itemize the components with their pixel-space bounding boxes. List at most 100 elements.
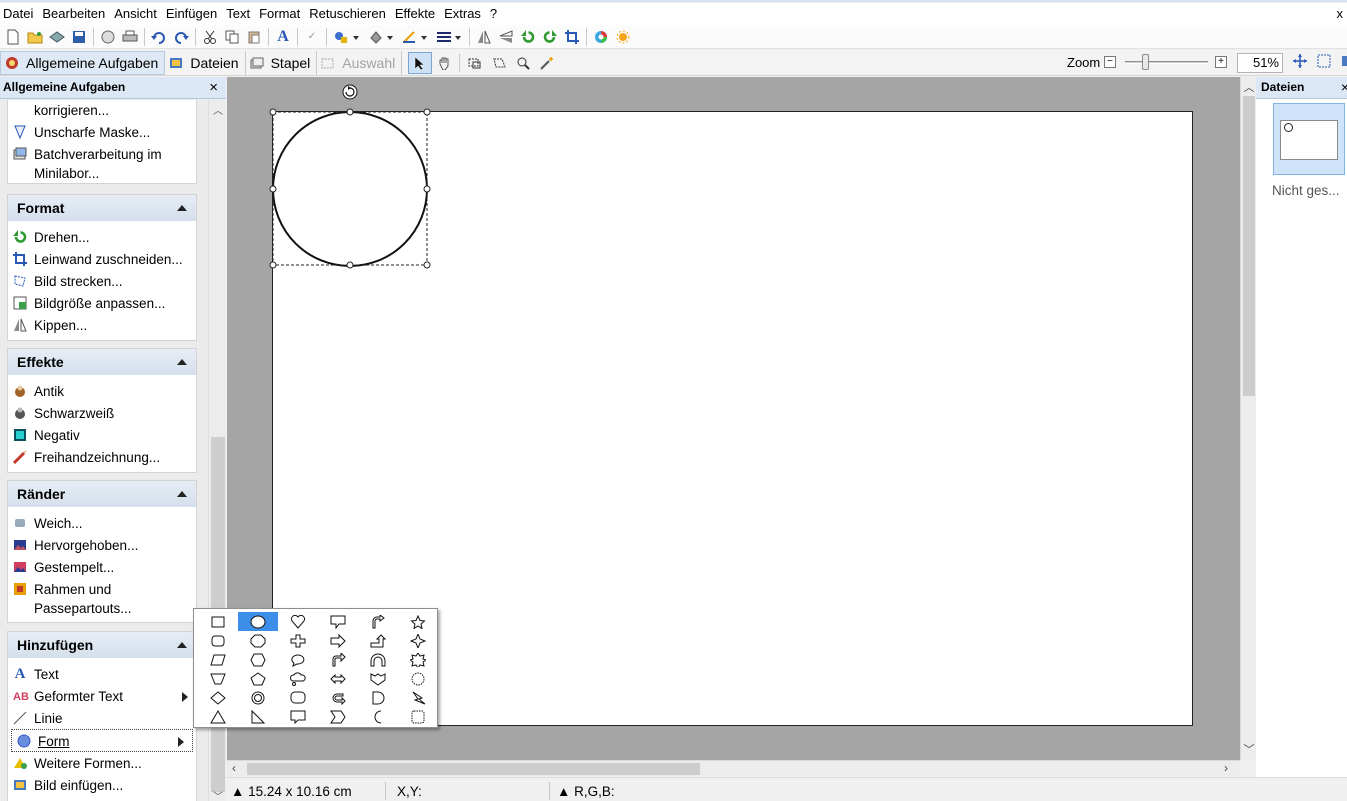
shape-rounded-callout-icon[interactable] [278,688,318,707]
section-header-effekte[interactable]: Effekte [8,349,196,375]
scroll-left-icon[interactable]: ‹ [232,761,236,775]
section-header-hinzufuegen[interactable]: Hinzufügen [8,632,196,658]
copy-icon[interactable] [221,26,243,48]
tab-dateien[interactable]: Dateien [165,50,246,75]
actual-size-icon[interactable] [1337,53,1347,73]
canvas-vertical-scrollbar[interactable]: ︿ ﹀ [1240,77,1256,760]
undo-icon[interactable] [148,26,170,48]
files-panel-close-icon[interactable]: × [1341,77,1347,98]
task-item-bildgroesse-anpassen[interactable]: Bildgröße anpassen... [8,292,196,314]
shape-burst-8-icon[interactable] [398,650,438,669]
task-item-negativ[interactable]: Negativ [8,424,196,446]
shape-parallelogram-icon[interactable] [198,650,238,669]
resize-handle[interactable] [346,108,354,116]
shape-rect-callout-icon[interactable] [278,707,318,726]
color-adjust-icon[interactable] [590,26,612,48]
menu-bearbeiten[interactable]: Bearbeiten [38,3,110,25]
save-icon[interactable] [68,26,90,48]
fill-color-dropdown-icon[interactable] [364,26,398,48]
zoom-slider-thumb[interactable] [1142,54,1149,70]
shape-delay-icon[interactable] [358,688,398,707]
resize-handle[interactable] [269,185,277,193]
task-item-bild-strecken[interactable]: Bild strecken... [8,270,196,292]
resize-handle[interactable] [423,185,431,193]
shape-chevron-icon[interactable] [318,707,358,726]
scroll-down-icon[interactable]: ﹀ [212,788,224,801]
menu-effekte[interactable]: Effekte [391,3,440,25]
task-item-rahmen-passepartouts[interactable]: Rahmen und Passepartouts... [8,578,196,618]
tab-auswahl[interactable]: Auswahl [317,50,403,75]
shape-callout-box-icon[interactable] [318,612,358,631]
shape-bent-arrow-icon[interactable] [358,612,398,631]
shape-up-turn-arrow-icon[interactable] [358,631,398,650]
email-icon[interactable] [97,26,119,48]
task-panel-close-icon[interactable]: × [209,77,218,98]
rotate-handle-icon[interactable] [342,84,358,100]
lasso-select-icon[interactable] [487,52,511,74]
shape-trapezoid-icon[interactable] [198,669,238,688]
task-item-drehen[interactable]: Drehen... [8,226,196,248]
scrollbar-thumb[interactable] [1243,96,1255,396]
menu-datei[interactable]: Datei [0,3,38,25]
zoom-in-button[interactable]: + [1215,56,1227,68]
collapse-caret-icon[interactable] [177,359,187,365]
scroll-up-icon[interactable]: ︿ [1243,79,1255,95]
spellcheck-icon[interactable]: ✓ [301,26,323,48]
task-item-text[interactable]: A Text [8,663,196,685]
scrollbar-thumb[interactable] [247,763,700,775]
shape-right-arrow-icon[interactable] [318,631,358,650]
task-item-weitere-formen[interactable]: Weitere Formen... [8,752,196,774]
shape-seal-icon[interactable] [398,707,438,726]
task-item-antik[interactable]: Antik [8,380,196,402]
collapse-caret-icon[interactable] [177,205,187,211]
task-item-freihandzeichnung[interactable]: Freihandzeichnung... [8,446,196,468]
status-image-size[interactable]: ▲ 15.24 x 10.16 cm [231,784,352,799]
rectangle-select-icon[interactable] [463,52,487,74]
task-item-form[interactable]: Form [11,729,193,752]
shape-octagon-icon[interactable] [238,631,278,650]
menu-einfuegen[interactable]: Einfügen [162,3,222,25]
shape-hexagon-icon[interactable] [238,650,278,669]
task-item-batchverarbeitung[interactable]: Batchverarbeitung im Minilabor... [8,143,196,183]
collapse-caret-icon[interactable] [177,491,187,497]
shape-oval-callout-icon[interactable] [278,650,318,669]
resize-handle[interactable] [269,108,277,116]
resize-handle[interactable] [423,108,431,116]
canvas-horizontal-scrollbar[interactable]: ‹ › [227,760,1240,776]
effects-icon[interactable] [612,26,634,48]
menu-text[interactable]: Text [222,3,255,25]
scroll-up-icon[interactable]: ︿ [212,102,224,117]
menu-help[interactable]: ? [486,3,502,25]
shape-double-arrow-icon[interactable] [318,669,358,688]
file-thumbnail[interactable] [1273,103,1345,175]
shape-heart-icon[interactable] [278,612,318,631]
task-item-kippen[interactable]: Kippen... [8,314,196,336]
collapse-caret-icon[interactable] [177,642,187,648]
rotate-left-icon[interactable] [517,26,539,48]
shape-shield-icon[interactable] [358,669,398,688]
shape-curved-arrow-icon[interactable] [318,650,358,669]
shape-u-turn-arrow-icon[interactable] [318,688,358,707]
resize-handle[interactable] [423,261,431,269]
task-item-weich[interactable]: Weich... [8,512,196,534]
shape-right-triangle-icon[interactable] [238,707,278,726]
section-header-raender[interactable]: Ränder [8,481,196,507]
shape-burst-16-icon[interactable] [398,669,438,688]
cut-icon[interactable] [199,26,221,48]
shape-ring-icon[interactable] [238,688,278,707]
zoom-value-field[interactable]: 51% [1237,53,1283,73]
text-tool-icon[interactable]: A [272,26,294,48]
scroll-down-icon[interactable]: ﹀ [1243,741,1255,757]
task-item-gestempelt[interactable]: Gestempelt... [8,556,196,578]
paste-icon[interactable] [243,26,265,48]
hand-tool-icon[interactable] [432,52,456,74]
task-item-schwarzweiss[interactable]: Schwarzweiß [8,402,196,424]
status-rgb[interactable]: ▲ R,G,B: [557,784,615,799]
rotate-right-icon[interactable] [539,26,561,48]
shape-lightning-icon[interactable] [398,688,438,707]
shape-triangle-icon[interactable] [198,707,238,726]
tab-stapel[interactable]: Stapel [246,50,318,75]
redo-icon[interactable] [170,26,192,48]
menu-ansicht[interactable]: Ansicht [110,3,162,25]
section-header-format[interactable]: Format [8,195,196,221]
